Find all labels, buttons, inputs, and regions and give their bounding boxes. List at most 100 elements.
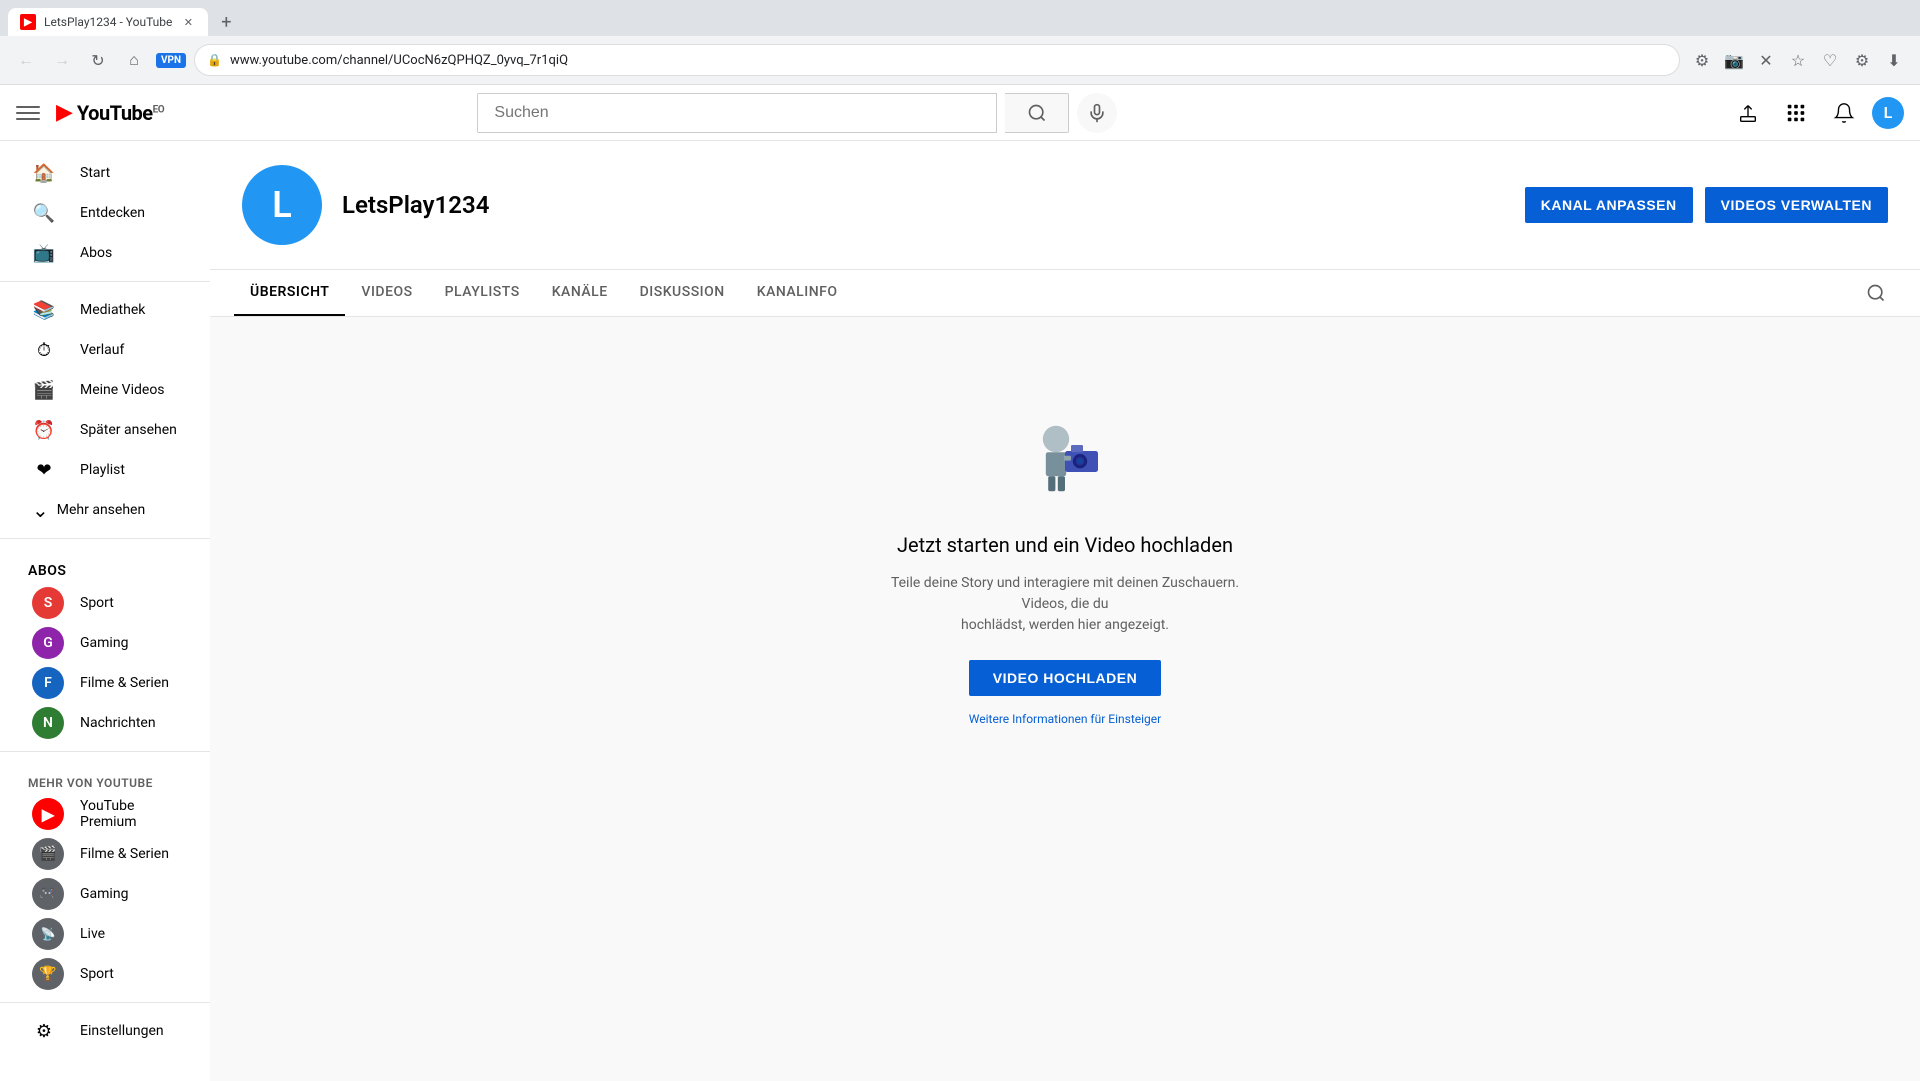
header-left: ▶ YouTubeEO [16,100,164,125]
sidebar-item-entdecken[interactable]: 🔍 Entdecken [8,193,202,233]
sidebar-item-nachrichten-abo[interactable]: N Nachrichten [8,703,202,743]
sidebar-item-filme-abo[interactable]: F Filme & Serien [8,663,202,703]
search-icon [1027,103,1047,123]
empty-illustration [1005,397,1125,517]
sidebar: 🏠 Start 🔍 Entdecken 📺 Abos 📚 Mediathek ⏱… [0,141,210,1081]
tab-playlists[interactable]: PLAYLISTS [429,270,536,316]
menu-button[interactable] [16,101,40,125]
customize-channel-button[interactable]: KANAL ANPASSEN [1525,187,1693,223]
settings-button[interactable]: ⚙ [1848,46,1876,74]
new-tab-button[interactable]: + [212,8,240,36]
forward-button[interactable]: → [48,46,76,74]
sidebar-item-spaeter[interactable]: ⏰ Später ansehen [8,410,202,450]
tab-kanaele[interactable]: KANÄLE [536,270,624,316]
more-label: Mehr ansehen [57,502,145,518]
bookmark-button[interactable]: ☆ [1784,46,1812,74]
tab-close-button[interactable]: ✕ [180,14,196,30]
search-tab-icon [1866,283,1886,303]
mic-icon [1087,103,1107,123]
tab-videos[interactable]: VIDEOS [345,270,428,316]
sidebar-label-live: Live [80,926,105,942]
sidebar-item-live[interactable]: 📡 Live [8,914,202,954]
live-icon: 📡 [32,918,64,950]
sidebar-label-premium: YouTube Premium [80,798,178,830]
home-button[interactable]: ⌂ [120,46,148,74]
tab-kanalinfo[interactable]: KANALINFO [741,270,854,316]
tab-title: LetsPlay1234 - YouTube [44,15,172,29]
mehr-ansehen-button[interactable]: ⌄ Mehr ansehen [8,490,202,530]
search-button[interactable] [1005,93,1069,133]
sidebar-item-meine-videos[interactable]: 🎬 Meine Videos [8,370,202,410]
tab-uebersicht[interactable]: ÜBERSICHT [234,270,345,316]
reload-button[interactable]: ↻ [84,46,112,74]
logo-sup: EO [153,104,165,115]
download-button[interactable]: ⬇ [1880,46,1908,74]
youtube-logo-text: YouTubeEO [77,101,164,125]
sidebar-item-gaming-mehr[interactable]: 🎮 Gaming [8,874,202,914]
filme-avatar: F [32,667,64,699]
sport-mehr-icon: 🏆 [32,958,64,990]
bell-icon [1833,102,1855,124]
youtube-logo[interactable]: ▶ YouTubeEO [56,100,164,125]
tab-diskussion[interactable]: DISKUSSION [624,270,741,316]
header-right: L [1728,93,1904,133]
channel-name: LetsPlay1234 [342,191,489,219]
sidebar-item-mediathek[interactable]: 📚 Mediathek [8,290,202,330]
divider-2 [0,538,210,539]
history-icon: ⏱ [32,338,56,362]
home-icon: 🏠 [32,161,56,185]
divider-3 [0,751,210,752]
my-videos-icon: 🎬 [32,378,56,402]
close-button[interactable]: ✕ [1752,46,1780,74]
search-input[interactable] [478,94,996,132]
youtube-logo-icon: ▶ [56,100,73,125]
help-link[interactable]: Weitere Informationen für Einsteiger [969,712,1161,726]
sidebar-item-yt-premium[interactable]: ▶ YouTube Premium [8,794,202,834]
main-content: L LetsPlay1234 KANAL ANPASSEN VIDEOS VER… [210,141,1920,1081]
sidebar-label-playlist: Playlist [80,462,125,478]
browser-tab[interactable]: ▶ LetsPlay1234 - YouTube ✕ [8,8,208,36]
channel-tabs: ÜBERSICHT VIDEOS PLAYLISTS KANÄLE DISKUS… [210,270,1920,317]
sidebar-item-filme-mehr[interactable]: 🎬 Filme & Serien [8,834,202,874]
channel-actions: KANAL ANPASSEN VIDEOS VERWALTEN [1525,187,1888,223]
mic-button[interactable] [1077,93,1117,133]
sidebar-label-spaeter: Später ansehen [80,422,177,438]
upload-video-button[interactable]: VIDEO HOCHLADEN [969,660,1161,696]
sidebar-item-sport-abo[interactable]: S Sport [8,583,202,623]
user-avatar[interactable]: L [1872,97,1904,129]
sidebar-label-filme-mehr: Filme & Serien [80,846,169,862]
empty-desc-line2: hochlädst, werden hier angezeigt. [961,617,1169,633]
gaming-mehr-icon: 🎮 [32,878,64,910]
sidebar-item-verlauf[interactable]: ⏱ Verlauf [8,330,202,370]
abos-section-title: ABOS [0,547,210,583]
upload-button[interactable] [1728,93,1768,133]
premium-icon: ▶ [32,798,64,830]
chevron-down-icon: ⌄ [32,498,49,522]
sidebar-label-mediathek: Mediathek [80,302,145,318]
tab-search-button[interactable] [1856,273,1896,313]
filme-mehr-icon: 🎬 [32,838,64,870]
settings-icon: ⚙ [32,1019,56,1043]
sidebar-item-gaming-abo[interactable]: G Gaming [8,623,202,663]
sidebar-item-start[interactable]: 🏠 Start [8,153,202,193]
sidebar-item-abos[interactable]: 📺 Abos [8,233,202,273]
sidebar-item-settings[interactable]: ⚙ Einstellungen [8,1011,202,1051]
sidebar-label-filme: Filme & Serien [80,675,169,691]
apps-icon [1785,102,1807,124]
apps-button[interactable] [1776,93,1816,133]
sidebar-label-settings: Einstellungen [80,1023,164,1039]
watch-later-icon: ⏰ [32,418,56,442]
screenshot-button[interactable]: 📷 [1720,46,1748,74]
manage-videos-button[interactable]: VIDEOS VERWALTEN [1705,187,1888,223]
extensions-button[interactable]: ⚙ [1688,46,1716,74]
address-bar[interactable]: 🔒 www.youtube.com/channel/UCocN6zQPHQZ_0… [194,44,1680,76]
notifications-button[interactable] [1824,93,1864,133]
sidebar-item-sport-mehr[interactable]: 🏆 Sport [8,954,202,994]
back-button[interactable]: ← [12,46,40,74]
sidebar-item-playlist[interactable]: ❤ Playlist [8,450,202,490]
heart-button[interactable]: ♡ [1816,46,1844,74]
mehr-title: MEHR VON YOUTUBE [0,760,210,794]
sport-avatar: S [32,587,64,619]
compass-icon: 🔍 [32,201,56,225]
url-text: www.youtube.com/channel/UCocN6zQPHQZ_0yv… [230,53,1667,68]
